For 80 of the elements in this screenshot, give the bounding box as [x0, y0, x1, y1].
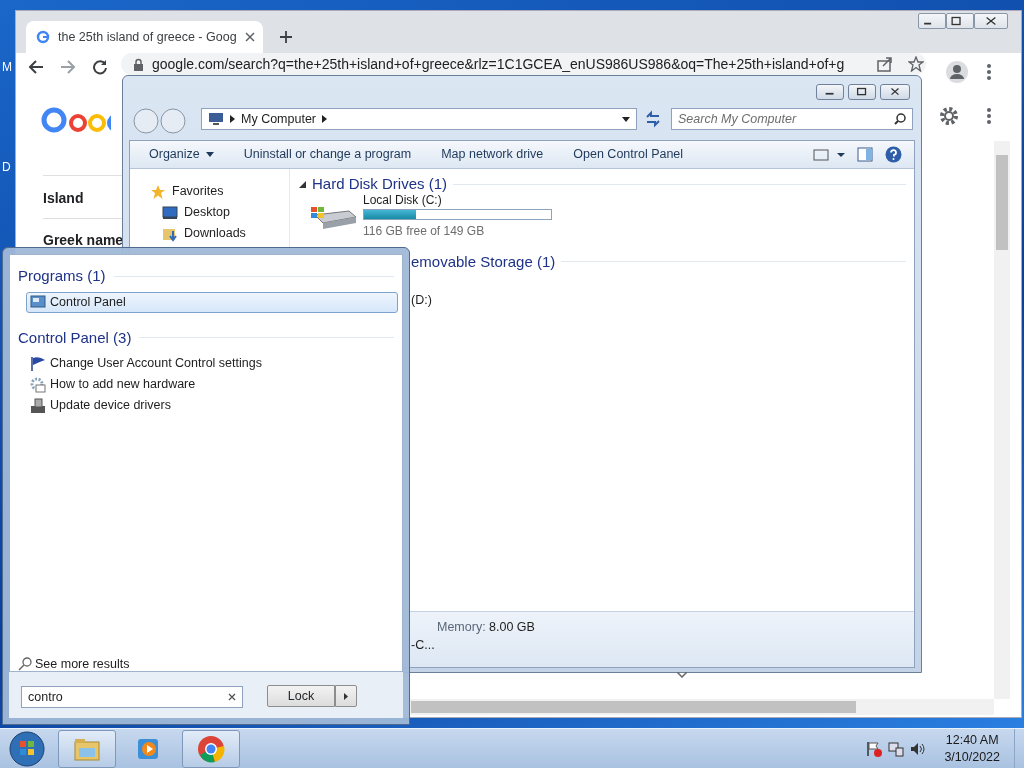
new-tab-icon[interactable]: [279, 30, 293, 44]
arrow-icon: [344, 692, 348, 700]
forward-icon[interactable]: [60, 59, 76, 75]
desktop-icon-label[interactable]: M: [2, 58, 12, 76]
address-text: My Computer: [241, 110, 317, 128]
star-icon[interactable]: [908, 56, 924, 72]
search-field[interactable]: contro: [21, 686, 243, 708]
row-label: Greek name: [43, 231, 124, 250]
nav-item[interactable]: Desktop: [184, 203, 230, 222]
search-icon: [18, 657, 32, 672]
search-field[interactable]: Search My Computer: [671, 108, 913, 130]
google-icon: [36, 30, 50, 44]
chrome-icon: [196, 733, 226, 764]
drive-name[interactable]: (D:): [411, 290, 914, 310]
computer-icon: [208, 112, 224, 126]
tab-title: the 25th island of greece - Goog: [58, 28, 237, 46]
browser-tab[interactable]: the 25th island of greece - Goog: [26, 21, 263, 53]
see-more-results-link[interactable]: See more results: [18, 655, 130, 674]
chevron-icon: [230, 115, 235, 123]
nav-item[interactable]: Favorites: [172, 182, 224, 201]
share-icon[interactable]: [877, 56, 893, 72]
reload-icon[interactable]: [92, 59, 108, 75]
clock[interactable]: 12:40 AM 3/10/2022: [944, 731, 1000, 766]
url-text: google.com/search?q=the+25th+island+of+greece&rlz=1C1GCEA_enUS986US986&oq=The+25th+island+of+g: [152, 54, 845, 74]
row-label: Island: [43, 189, 84, 208]
free-space-text: 116 GB free of 149 GB: [363, 224, 486, 239]
chevron-icon: [322, 115, 328, 123]
desktop-icon[interactable]: [162, 204, 178, 221]
address-bar[interactable]: google.com/search?q=the+25th+island+of+greece&rlz=1C1GCEA_enUS986US986&oq=The+25th+island+of+g: [121, 53, 926, 75]
monitor-icon: [30, 294, 46, 310]
memory-value: 8.00 GB: [489, 619, 535, 636]
search-icon: [894, 113, 906, 125]
taskbar-button[interactable]: [182, 729, 240, 768]
computer-name-text: -C...: [411, 637, 435, 654]
scroll-thumb[interactable]: [411, 701, 856, 713]
clear-icon[interactable]: [228, 693, 236, 701]
minimize-button[interactable]: [816, 84, 844, 100]
nav-item[interactable]: Downloads: [184, 224, 246, 243]
network-icon[interactable]: [888, 740, 905, 757]
help-icon[interactable]: [885, 146, 902, 163]
profile-avatar-icon[interactable]: [946, 61, 968, 83]
search-result[interactable]: How to add new hardware: [26, 374, 398, 395]
close-icon[interactable]: [244, 32, 255, 42]
vertical-scrollbar[interactable]: [994, 141, 1010, 699]
toolbar-button[interactable]: Open Control Panel: [573, 145, 684, 164]
drive-name[interactable]: Local Disk (C:): [363, 193, 552, 208]
close-button[interactable]: [974, 13, 1008, 29]
address-bar[interactable]: My Computer: [201, 108, 637, 130]
lock-icon: [133, 57, 144, 71]
group-header[interactable]: Hard Disk Drives (1): [312, 175, 447, 193]
group-header[interactable]: emovable Storage (1): [411, 252, 556, 271]
menu-icon[interactable]: [987, 64, 991, 80]
toolbar-button[interactable]: Uninstall or change a program: [243, 145, 412, 164]
settings-icon[interactable]: [938, 105, 960, 127]
section-header: Control Panel (3): [18, 327, 132, 348]
memory-label: Memory:: [437, 619, 486, 636]
start-button[interactable]: [8, 729, 46, 768]
preview-pane-icon[interactable]: [857, 147, 873, 162]
close-button[interactable]: [880, 84, 910, 100]
section-header: Programs (1): [18, 266, 106, 286]
flag-icon[interactable]: [866, 740, 883, 757]
flag-icon: [30, 355, 46, 372]
power-options-button[interactable]: [335, 685, 357, 707]
apps-menu-icon[interactable]: [987, 108, 991, 124]
scroll-thumb[interactable]: [996, 155, 1008, 250]
view-options-icon[interactable]: [813, 147, 845, 162]
lock-button[interactable]: Lock: [267, 685, 335, 707]
dropdown-icon[interactable]: [622, 116, 630, 122]
collapse-icon[interactable]: [299, 180, 306, 188]
restore-button[interactable]: [848, 84, 876, 100]
printer-icon: [30, 397, 46, 414]
search-result[interactable]: Update device drivers: [26, 395, 398, 416]
search-result[interactable]: Change User Account Control settings: [26, 353, 398, 374]
toolbar-button[interactable]: Map network drive: [441, 145, 544, 164]
desktop-icon-label[interactable]: D: [2, 158, 11, 176]
search-result[interactable]: Control Panel: [26, 291, 398, 313]
toolbar-button[interactable]: Organize: [149, 145, 214, 164]
expand-icon: [677, 672, 687, 678]
back-icon[interactable]: [28, 59, 44, 75]
restore-button[interactable]: [946, 13, 974, 29]
